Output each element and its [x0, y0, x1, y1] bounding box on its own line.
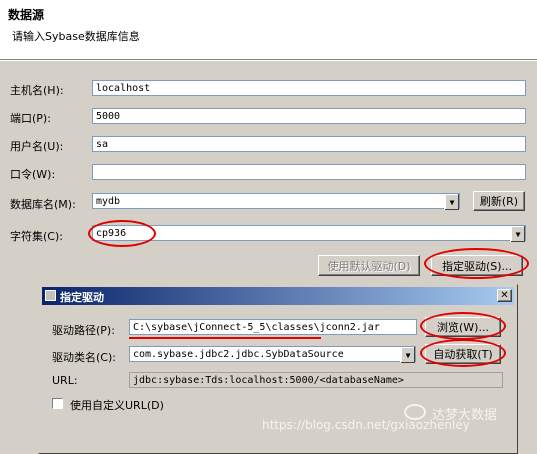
- chevron-down-icon[interactable]: ▼: [444, 194, 459, 210]
- charset-label: 字符集(C):: [10, 230, 63, 243]
- charset-combo[interactable]: cp936 ▼: [92, 225, 526, 242]
- url-label: URL:: [52, 374, 78, 387]
- port-input[interactable]: 5000: [92, 108, 526, 124]
- host-label: 主机名(H):: [10, 84, 64, 97]
- port-label: 端口(P):: [10, 112, 51, 125]
- url-field: jdbc:sybase:Tds:localhost:5000/<database…: [129, 372, 503, 388]
- close-icon[interactable]: ✕: [497, 289, 512, 302]
- driver-path-input[interactable]: C:\sybase\jConnect-5_5\classes\jconn2.ja…: [129, 319, 417, 335]
- driver-path-label: 驱动路径(P):: [52, 324, 115, 337]
- chevron-down-icon[interactable]: ▼: [400, 347, 415, 363]
- use-default-driver-button[interactable]: 使用默认驱动(D): [318, 255, 420, 276]
- refresh-button[interactable]: 刷新(R): [473, 191, 525, 211]
- user-label: 用户名(U):: [10, 140, 64, 153]
- page-subtitle: 请输入Sybase数据库信息: [12, 30, 140, 43]
- annotation-oval-auto: [420, 339, 506, 367]
- chevron-down-icon[interactable]: ▼: [510, 226, 525, 242]
- watermark-url: https://blog.csdn.net/gxiaozhenley: [262, 418, 470, 432]
- user-input[interactable]: sa: [92, 136, 526, 152]
- page-title: 数据源: [8, 8, 45, 22]
- dialog-title: 指定驱动: [60, 291, 104, 304]
- driver-class-value: com.sybase.jdbc2.jdbc.SybDataSource: [133, 349, 344, 360]
- driver-class-combo[interactable]: com.sybase.jdbc2.jdbc.SybDataSource ▼: [129, 346, 416, 363]
- driver-class-label: 驱动类名(C):: [52, 351, 116, 364]
- annotation-oval-charset: [88, 220, 156, 247]
- annotation-oval-browse: [420, 312, 506, 340]
- custom-url-label[interactable]: 使用自定义URL(D): [70, 397, 164, 413]
- dialog-titlebar[interactable]: [42, 287, 514, 305]
- annotation-underline-path: [129, 337, 321, 339]
- host-input[interactable]: localhost: [92, 80, 526, 96]
- database-value: mydb: [96, 196, 121, 207]
- header-divider: [0, 60, 537, 61]
- annotation-oval-specify: [424, 248, 529, 279]
- custom-url-checkbox[interactable]: [52, 398, 63, 409]
- password-label: 口令(W):: [10, 168, 56, 181]
- database-label: 数据库名(M):: [10, 198, 76, 211]
- database-combo[interactable]: mydb ▼: [92, 193, 460, 210]
- password-input[interactable]: [92, 164, 526, 180]
- app-icon: [45, 290, 56, 301]
